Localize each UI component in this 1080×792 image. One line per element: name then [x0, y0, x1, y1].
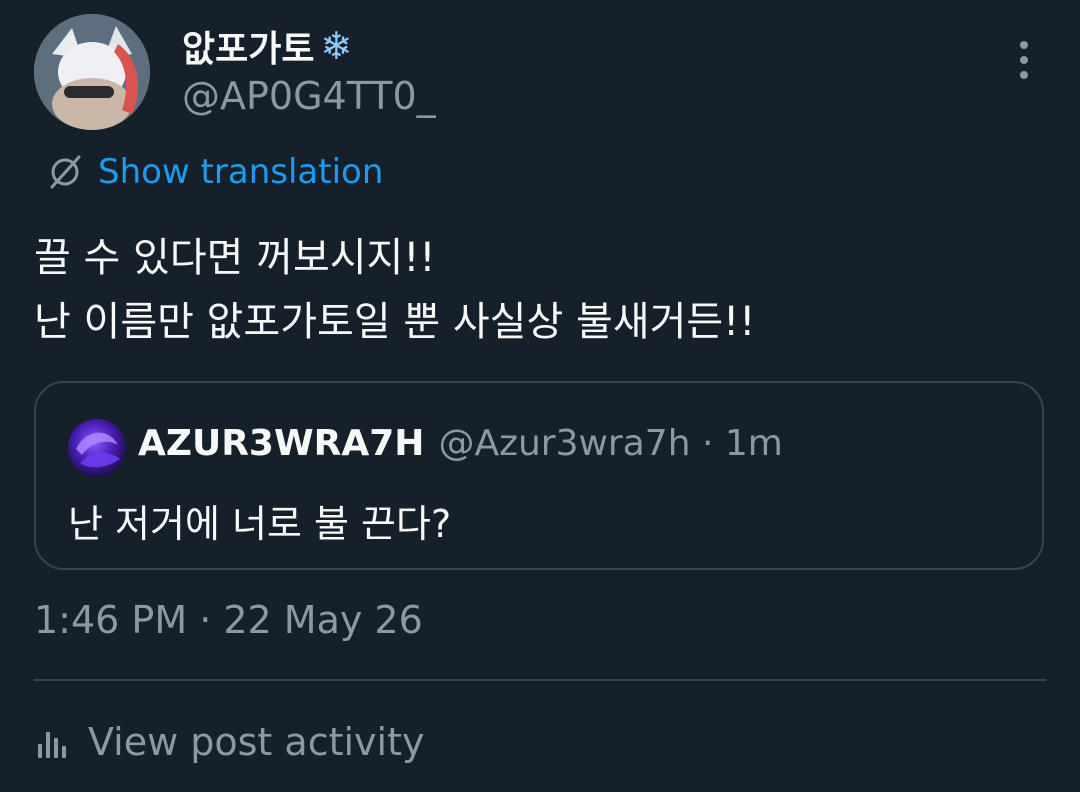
- bar-chart-icon: [38, 732, 66, 758]
- post-detail: 앖포가토 ❄ @AP0G4TT0_ Show translation 끌 수 있…: [0, 0, 1080, 792]
- quoted-post-header: AZUR3WRA7H @Azur3wra7h · 1m: [138, 423, 783, 464]
- quoted-post-text: 난 저거에 너로 불 끈다?: [68, 502, 452, 546]
- show-translation-label: Show translation: [98, 152, 384, 192]
- post-text-line: 끌 수 있다면 꺼보시지!!: [34, 235, 436, 281]
- author-name-text: 앖포가토: [182, 29, 315, 70]
- author-handle[interactable]: @AP0G4TT0_: [182, 74, 436, 118]
- post-text-line: 난 이름만 앖포가토일 뿐 사실상 불새거든!!: [34, 299, 756, 345]
- quoted-avatar-image: [76, 432, 120, 468]
- quoted-post-card[interactable]: AZUR3WRA7H @Azur3wra7h · 1m 난 저거에 너로 불 끈…: [34, 381, 1044, 570]
- more-options-button[interactable]: [1004, 38, 1044, 82]
- divider: [34, 679, 1046, 681]
- author-display-name[interactable]: 앖포가토 ❄: [182, 20, 352, 72]
- post-timestamp[interactable]: 1:46 PM · 22 May 26: [34, 598, 423, 642]
- author-avatar[interactable]: [34, 14, 150, 130]
- more-vertical-icon: [1020, 41, 1028, 49]
- show-translation-button[interactable]: Show translation: [46, 152, 383, 192]
- snowflake-icon: ❄: [320, 24, 353, 68]
- more-dot: [1020, 71, 1028, 79]
- view-post-activity-label: View post activity: [88, 720, 425, 764]
- view-post-activity-button[interactable]: View post activity: [34, 720, 424, 764]
- quoted-author-meta: @Azur3wra7h · 1m: [438, 423, 783, 464]
- quoted-author-name: AZUR3WRA7H: [138, 423, 425, 464]
- avatar-image: [34, 14, 150, 130]
- post-text: 끌 수 있다면 꺼보시지!! 난 이름만 앖포가토일 뿐 사실상 불새거든!!: [34, 226, 1044, 354]
- more-dot: [1020, 56, 1028, 64]
- quoted-author-avatar: [68, 419, 126, 477]
- globe-slash-icon: [50, 155, 81, 189]
